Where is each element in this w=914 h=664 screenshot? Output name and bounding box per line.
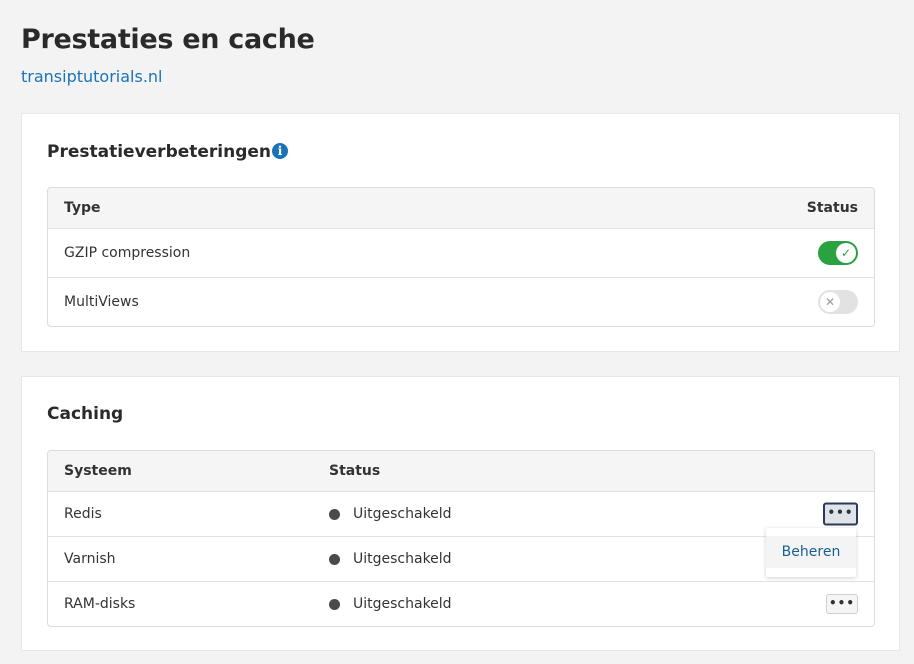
- table-header: Type Status: [48, 188, 874, 228]
- table-header: Systeem Status: [48, 451, 874, 491]
- info-icon[interactable]: i: [272, 143, 288, 159]
- row-name: Varnish: [64, 551, 116, 567]
- page-title: Prestaties en cache: [21, 24, 315, 55]
- table-row: RAM-disks Uitgeschakeld •••: [48, 581, 874, 626]
- caching-card: Caching Systeem Status Redis Uitgeschake…: [21, 376, 900, 651]
- caching-title: Caching: [47, 404, 124, 424]
- performance-table: Type Status GZIP compression ✓ MultiView…: [47, 187, 875, 327]
- domain-link[interactable]: transiptutorials.nl: [21, 67, 163, 86]
- status-dot-icon: [329, 508, 340, 520]
- table-row: Varnish Uitgeschakeld: [48, 536, 874, 581]
- x-icon: ✕: [820, 292, 840, 312]
- multiviews-toggle[interactable]: ✕: [818, 290, 858, 314]
- column-header-system: Systeem: [64, 463, 132, 479]
- more-options-button[interactable]: •••: [826, 594, 858, 614]
- row-name: GZIP compression: [64, 245, 191, 261]
- column-header-status: Status: [329, 463, 381, 479]
- performance-card: Prestatieverbeteringen i Type Status GZI…: [21, 113, 900, 352]
- status: Uitgeschakeld: [329, 551, 452, 567]
- manage-menu-item[interactable]: Beheren: [766, 536, 856, 568]
- actions-dropdown: Beheren: [766, 528, 856, 577]
- status: Uitgeschakeld: [329, 596, 452, 612]
- row-name: Redis: [64, 506, 102, 522]
- table-row: Redis Uitgeschakeld •••: [48, 491, 874, 536]
- status-text: Uitgeschakeld: [353, 551, 452, 567]
- status-text: Uitgeschakeld: [353, 506, 452, 522]
- column-header-status: Status: [806, 200, 858, 216]
- more-options-button[interactable]: •••: [823, 502, 858, 526]
- status: Uitgeschakeld: [329, 506, 452, 522]
- caching-table: Systeem Status Redis Uitgeschakeld ••• V…: [47, 450, 875, 627]
- table-row: GZIP compression ✓: [48, 228, 874, 277]
- row-name: RAM-disks: [64, 596, 136, 612]
- status-dot-icon: [329, 598, 340, 610]
- status-text: Uitgeschakeld: [353, 596, 452, 612]
- performance-title: Prestatieverbeteringen: [47, 142, 272, 162]
- row-name: MultiViews: [64, 294, 139, 310]
- column-header-type: Type: [64, 200, 101, 216]
- check-icon: ✓: [836, 243, 856, 263]
- table-row: MultiViews ✕: [48, 277, 874, 326]
- status-dot-icon: [329, 553, 340, 565]
- gzip-toggle[interactable]: ✓: [818, 241, 858, 265]
